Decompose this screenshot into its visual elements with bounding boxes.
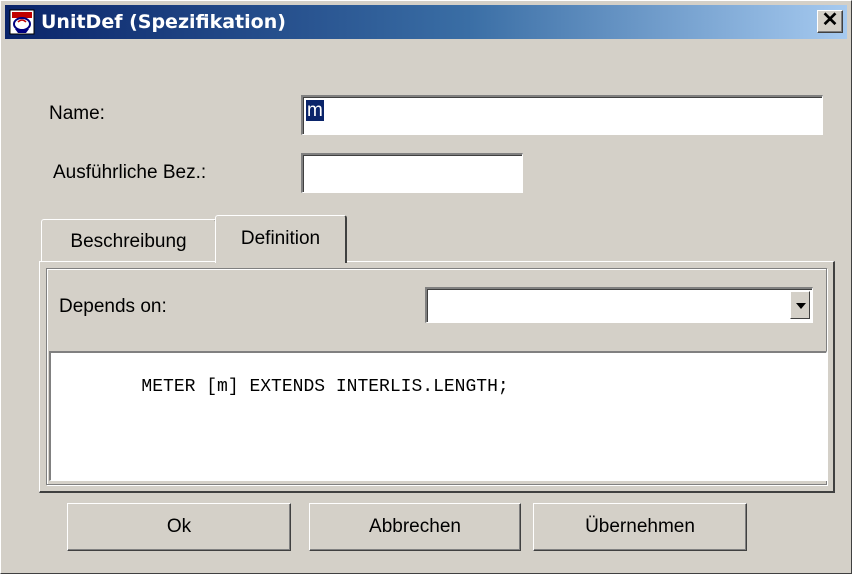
cancel-label: Abbrechen <box>369 516 461 537</box>
name-input[interactable]: m <box>301 95 823 135</box>
tab-label: Beschreibung <box>70 231 187 252</box>
definition-textarea[interactable]: METER [m] EXTENDS INTERLIS.LENGTH; <box>49 351 827 481</box>
definition-inner-panel: Depends on: METER [m] EXTENDS INTERLIS.L… <box>46 268 827 485</box>
app-icon <box>9 9 35 35</box>
cancel-button[interactable]: Abbrechen <box>309 503 521 551</box>
description-label: Ausführliche Bez.: <box>53 162 207 183</box>
apply-label: Übernehmen <box>585 516 695 537</box>
name-value: m <box>306 100 324 121</box>
title-bar[interactable]: UnitDef (Spezifikation) ✕ <box>5 5 847 39</box>
definition-panel: Depends on: METER [m] EXTENDS INTERLIS.L… <box>39 261 835 493</box>
name-label: Name: <box>49 103 105 124</box>
tab-beschreibung[interactable]: Beschreibung <box>41 219 217 261</box>
ok-label: Ok <box>166 516 192 537</box>
close-icon: ✕ <box>821 9 839 31</box>
depends-label: Depends on: <box>59 296 167 317</box>
window-title: UnitDef (Spezifikation) <box>41 11 286 33</box>
tab-label: Definition <box>240 228 321 249</box>
ok-button[interactable]: Ok <box>67 503 291 551</box>
tab-definition[interactable]: Definition <box>215 215 347 263</box>
apply-button[interactable]: Übernehmen <box>533 503 747 551</box>
description-input[interactable] <box>301 153 523 193</box>
depends-combobox[interactable] <box>425 287 813 323</box>
close-button[interactable]: ✕ <box>817 10 843 33</box>
dialog-window: UnitDef (Spezifikation) ✕ Name: m Ausfüh… <box>0 0 852 574</box>
chevron-down-icon[interactable] <box>790 291 810 319</box>
definition-code: METER [m] EXTENDS INTERLIS.LENGTH; <box>141 377 509 397</box>
